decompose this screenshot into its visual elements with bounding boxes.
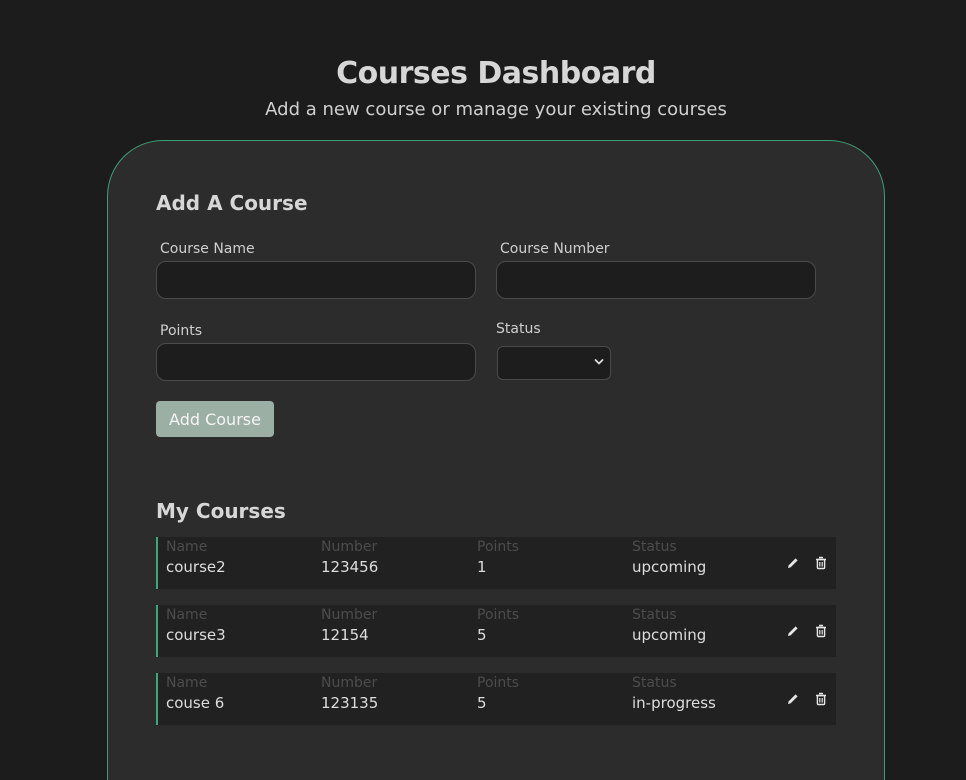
course-points-cell: Points 5 xyxy=(477,607,519,647)
page-header: Courses Dashboard Add a new course or ma… xyxy=(0,56,966,120)
course-status-cell: Status in-progress xyxy=(632,675,716,715)
trash-icon[interactable] xyxy=(813,555,829,571)
course-name-cell: Name course3 xyxy=(166,607,226,647)
number-column-header: Number xyxy=(321,675,378,691)
courses-card: Add A Course Course Name Course Number P… xyxy=(107,140,885,780)
course-number-cell: Number 123456 xyxy=(321,539,378,579)
course-row: Name couse 6 Number 123135 Points 5 Stat… xyxy=(156,673,836,725)
status-select[interactable] xyxy=(497,346,611,380)
course-number-label: Course Number xyxy=(500,241,610,257)
status-column-header: Status xyxy=(632,607,677,623)
course-status-value: upcoming xyxy=(632,626,707,644)
course-number-cell: Number 12154 xyxy=(321,607,377,647)
add-course-title: Add A Course xyxy=(156,191,308,215)
number-column-header: Number xyxy=(321,539,378,555)
points-column-header: Points xyxy=(477,675,520,691)
status-label: Status xyxy=(496,321,541,337)
course-points-value: 5 xyxy=(477,694,487,712)
trash-icon[interactable] xyxy=(813,691,829,707)
points-column-header: Points xyxy=(477,539,520,555)
course-number-value: 12154 xyxy=(321,626,369,644)
chevron-down-icon xyxy=(594,359,604,365)
course-points-value: 1 xyxy=(477,558,487,576)
course-status-cell: Status upcoming xyxy=(632,539,706,579)
course-points-cell: Points 1 xyxy=(477,539,519,579)
trash-icon[interactable] xyxy=(813,623,829,639)
course-name-cell: Name couse 6 xyxy=(166,675,224,715)
course-row: Name course2 Number 123456 Points 1 Stat… xyxy=(156,537,836,589)
course-name-cell: Name course2 xyxy=(166,539,226,579)
my-courses-title: My Courses xyxy=(156,499,286,523)
name-column-header: Name xyxy=(166,539,208,555)
points-column-header: Points xyxy=(477,607,520,623)
course-number-cell: Number 123135 xyxy=(321,675,378,715)
add-course-button[interactable]: Add Course xyxy=(156,401,274,437)
course-points-cell: Points 5 xyxy=(477,675,519,715)
pencil-icon[interactable] xyxy=(785,555,801,571)
course-number-input[interactable] xyxy=(496,261,816,299)
pencil-icon[interactable] xyxy=(785,623,801,639)
course-status-cell: Status upcoming xyxy=(632,607,706,647)
course-name-value: course3 xyxy=(166,626,226,644)
pencil-icon[interactable] xyxy=(785,691,801,707)
number-column-header: Number xyxy=(321,607,378,623)
course-number-value: 123456 xyxy=(321,558,379,576)
course-row: Name course3 Number 12154 Points 5 Statu… xyxy=(156,605,836,657)
course-points-value: 5 xyxy=(477,626,487,644)
name-column-header: Name xyxy=(166,675,208,691)
course-status-value: upcoming xyxy=(632,558,707,576)
status-column-header: Status xyxy=(632,539,677,555)
points-label: Points xyxy=(160,323,203,339)
points-input[interactable] xyxy=(156,343,476,381)
page-subtitle: Add a new course or manage your existing… xyxy=(265,99,727,120)
course-name-label: Course Name xyxy=(160,241,255,257)
course-name-value: course2 xyxy=(166,558,226,576)
course-status-value: in-progress xyxy=(632,694,716,712)
status-column-header: Status xyxy=(632,675,677,691)
course-name-input[interactable] xyxy=(156,261,476,299)
name-column-header: Name xyxy=(166,607,208,623)
course-number-value: 123135 xyxy=(321,694,379,712)
course-name-value: couse 6 xyxy=(166,694,225,712)
page-title: Courses Dashboard xyxy=(336,56,656,91)
